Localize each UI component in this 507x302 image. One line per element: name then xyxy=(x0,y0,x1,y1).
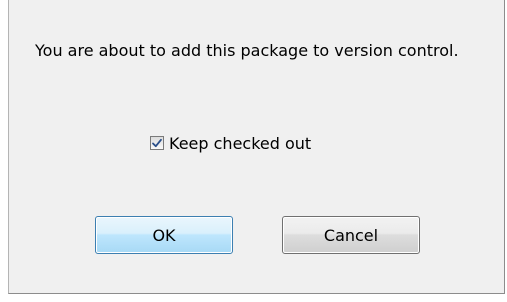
checkmark-icon xyxy=(152,138,162,148)
keep-checked-out-checkbox[interactable] xyxy=(150,136,164,150)
keep-checked-out-option[interactable]: Keep checked out xyxy=(150,133,311,153)
version-control-dialog: You are about to add this package to ver… xyxy=(0,0,507,302)
dialog-frame: You are about to add this package to ver… xyxy=(8,0,505,294)
dialog-message: You are about to add this package to ver… xyxy=(35,41,459,60)
cancel-button[interactable]: Cancel xyxy=(282,216,420,254)
ok-button[interactable]: OK xyxy=(95,216,233,254)
keep-checked-out-label[interactable]: Keep checked out xyxy=(169,134,311,153)
